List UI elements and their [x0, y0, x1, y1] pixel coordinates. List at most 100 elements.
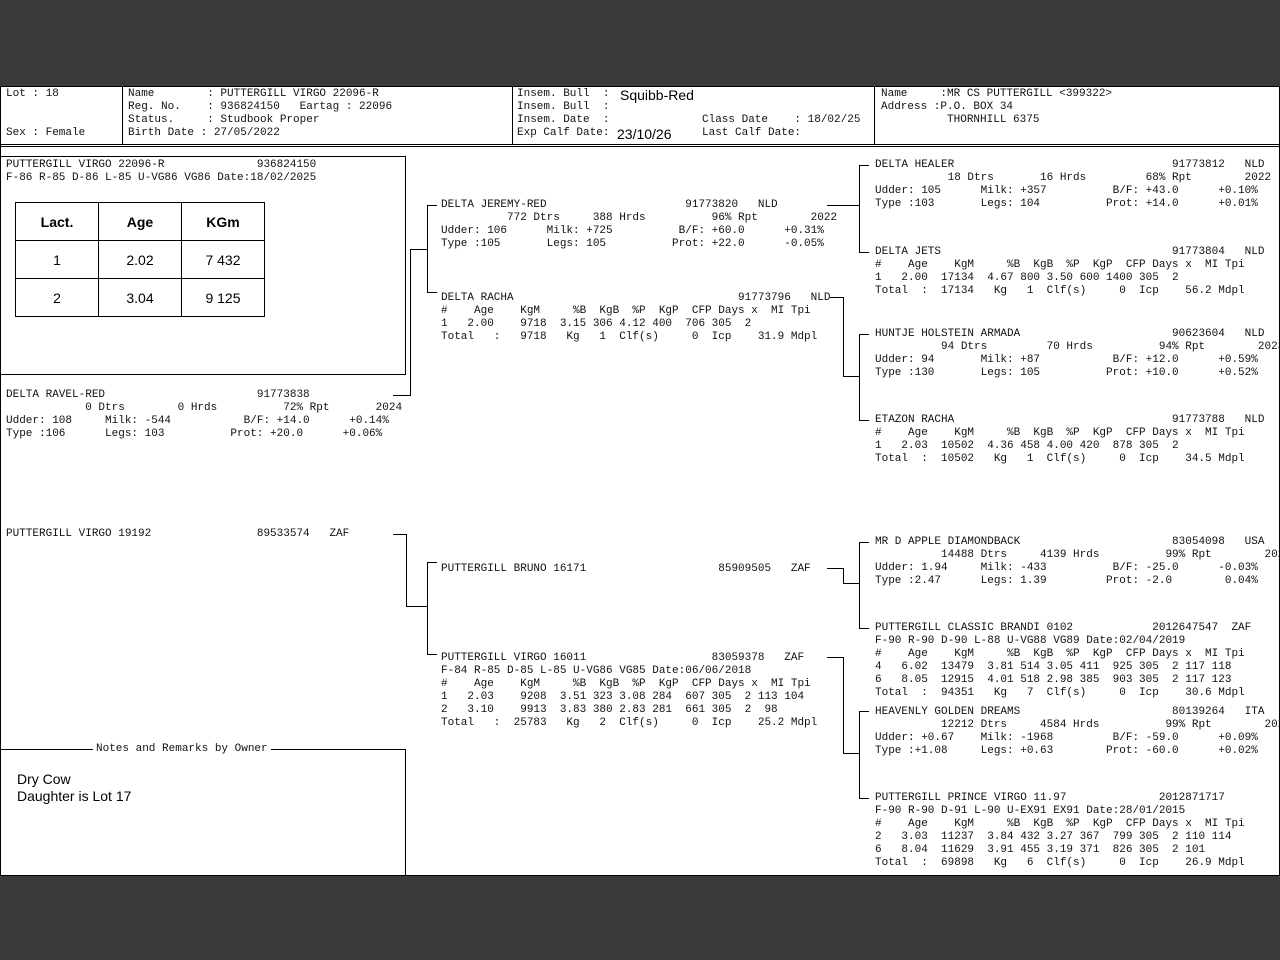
connector: [406, 534, 407, 607]
dss-stats-3: Type :2.47 Legs: 1.39 Prot: -2.0 0.04%: [875, 575, 1258, 587]
connector: [843, 376, 860, 377]
sdd-lact-1: 1 2.03 10502 4.36 458 4.00 420 878 305 2: [875, 440, 1179, 452]
connector: [410, 249, 411, 396]
sire-stats-3: Type :106 Legs: 103 Prot: +20.0 +0.06%: [6, 428, 383, 440]
dds-stats-1: 12212 Dtrs 4584 Hrds 99% Rpt 2025: [875, 719, 1280, 731]
connector: [393, 395, 411, 396]
kgm-cell: 7 432: [181, 240, 265, 279]
ddd-total: Total : 69898 Kg 6 Clf(s) 0 Icp 26.9 Mdp…: [875, 857, 1245, 869]
lactation-header-row: Lact. Age KGm: [15, 202, 265, 241]
sire-sire-stats-1: 772 Dtrs 388 Hrds 96% Rpt 2022: [441, 212, 838, 224]
connector: [859, 334, 860, 421]
age-cell: 2.02: [98, 240, 182, 279]
dds-stats-2: Udder: +0.67 Milk: -1968 B/F: -59.0 +0.0…: [875, 732, 1258, 744]
pedigree-sheet: Lot : 18 Sex : Female Name : PUTTERGILL …: [0, 86, 1280, 876]
age-cell: 3.04: [98, 278, 182, 317]
connector: [427, 292, 437, 293]
animal-classification: F-86 R-85 D-86 L-85 U-VG86 VG86 Date:18/…: [6, 172, 317, 184]
birth-date-line: Birth Date : 27/05/2022: [128, 127, 280, 139]
connector: [843, 568, 844, 584]
dds-name: HEAVENLY GOLDEN DREAMS 80139264 ITA: [875, 706, 1265, 718]
sire-name: DELTA RAVEL-RED 91773838: [6, 389, 310, 401]
notes-line-2: Daughter is Lot 17: [17, 788, 132, 804]
dam-dam-lact-2: 2 3.10 9913 3.83 380 2.83 281 661 305 2 …: [441, 704, 778, 716]
dsd-lact-header: # Age KgM %B KgB %P KgP CFP Days x MI Tp…: [875, 648, 1245, 660]
owner-address: Address :P.O. BOX 34: [881, 101, 1014, 113]
sdd-total: Total : 10502 Kg 1 Clf(s) 0 Icp 34.5 Mdp…: [875, 453, 1245, 465]
ssd-name: DELTA JETS 91773804 NLD: [875, 246, 1265, 258]
owner-name: Name :MR CS PUTTERGILL <399322>: [881, 88, 1113, 100]
sss-stats-2: Udder: 105 Milk: +357 B/F: +43.0 +0.10%: [875, 185, 1258, 197]
dsd-lact-2: 6 8.05 12915 4.01 518 2.98 385 903 305 2…: [875, 674, 1232, 686]
connector: [859, 542, 860, 629]
connector: [859, 798, 869, 799]
ddd-lact-header: # Age KgM %B KgB %P KgP CFP Days x MI Tp…: [875, 818, 1245, 830]
sire-sire-stats-2: Udder: 106 Milk: +725 B/F: +60.0 +0.31%: [441, 225, 824, 237]
notes-title: Notes and Remarks by Owner: [93, 743, 271, 756]
sire-stats-2: Udder: 108 Milk: -544 B/F: +14.0 +0.14%: [6, 415, 389, 427]
insem-bull-value: Squibb-Red: [620, 87, 694, 103]
header-sep-1: [122, 87, 123, 145]
dss-name: MR D APPLE DIAMONDBACK 83054098 USA: [875, 536, 1265, 548]
header-sep-2: [512, 87, 513, 145]
ddd-classification: F-90 R-90 D-91 L-90 U-EX91 EX91 Date:28/…: [875, 805, 1186, 817]
connector: [859, 542, 869, 543]
lactation-header: Lact.: [15, 202, 99, 241]
header-sep-3: [874, 87, 875, 145]
sss-stats-3: Type :103 Legs: 104 Prot: +14.0 +0.01%: [875, 198, 1258, 210]
connector: [859, 165, 869, 166]
name-line: Name : PUTTERGILL VIRGO 22096-R: [128, 88, 379, 100]
sds-stats-1: 94 Dtrs 70 Hrds 94% Rpt 2023: [875, 341, 1280, 353]
sire-dam-lact-header: # Age KgM %B KgB %P KgP CFP Days x MI Tp…: [441, 305, 811, 317]
sss-name: DELTA HEALER 91773812 NLD: [875, 159, 1265, 171]
table-row: 2 3.04 9 125: [15, 278, 265, 317]
sex-label: Sex : Female: [6, 127, 86, 139]
connector: [406, 606, 428, 607]
connector: [859, 711, 869, 712]
connector: [827, 657, 844, 658]
insem-bull-label: Insem. Bull :: [517, 88, 610, 100]
connector: [859, 628, 869, 629]
ssd-lact-header: # Age KgM %B KgB %P KgP CFP Days x MI Tp…: [875, 259, 1245, 271]
class-date: Class Date : 18/02/25: [702, 114, 861, 126]
exp-calf-value: 23/10/26: [617, 126, 672, 142]
dam-dam-lact-header: # Age KgM %B KgB %P KgP CFP Days x MI Tp…: [441, 678, 811, 690]
sire-dam-name: DELTA RACHA 91773796 NLD: [441, 292, 831, 304]
sds-stats-2: Udder: 94 Milk: +87 B/F: +12.0 +0.59%: [875, 354, 1258, 366]
connector: [843, 583, 860, 584]
connector: [843, 297, 844, 377]
connector: [859, 252, 869, 253]
connector: [393, 534, 407, 535]
header-divider-2: [1, 146, 1279, 147]
dam-name: PUTTERGILL VIRGO 19192 89533574 ZAF: [6, 528, 350, 540]
sds-stats-3: Type :130 Legs: 105 Prot: +10.0 +0.52%: [875, 367, 1258, 379]
dss-stats-2: Udder: 1.94 Milk: -433 B/F: -25.0 -0.03%: [875, 562, 1258, 574]
exp-calf-label: Exp Calf Date:: [517, 127, 610, 139]
dsd-total: Total : 94351 Kg 7 Clf(s) 0 Icp 30.6 Mdp…: [875, 687, 1245, 699]
ssd-total: Total : 17134 Kg 1 Clf(s) 0 Icp 56.2 Mdp…: [875, 285, 1245, 297]
status-line: Status. : Studbook Proper: [128, 114, 320, 126]
kgm-cell: 9 125: [181, 278, 265, 317]
dsd-classification: F-90 R-90 D-90 L-88 U-VG88 VG89 Date:02/…: [875, 635, 1186, 647]
dam-dam-name: PUTTERGILL VIRGO 16011 83059378 ZAF: [441, 652, 805, 664]
connector: [859, 334, 869, 335]
connector: [843, 753, 860, 754]
notes-line-1: Dry Cow: [17, 771, 71, 787]
lactation-table: Lact. Age KGm 1 2.02 7 432 2 3.04 9 125: [15, 202, 265, 317]
table-row: 1 2.02 7 432: [15, 240, 265, 279]
sire-sire-stats-3: Type :105 Legs: 105 Prot: +22.0 -0.05%: [441, 238, 824, 250]
dam-dam-lact-1: 1 2.03 9208 3.51 323 3.08 284 607 305 2 …: [441, 691, 805, 703]
lactation-cell: 1: [15, 240, 99, 279]
header-divider: [1, 144, 1279, 145]
sire-sire-name: DELTA JEREMY-RED 91773820 NLD: [441, 199, 778, 211]
last-calf-date: Last Calf Date:: [702, 127, 802, 139]
ddd-lact-2: 6 8.04 11629 3.91 455 3.19 371 826 305 2…: [875, 844, 1206, 856]
ddd-name: PUTTERGILL PRINCE VIRGO 11.97 2012871717: [875, 792, 1225, 804]
connector: [859, 165, 860, 253]
insem-date-label: Insem. Date :: [517, 114, 610, 126]
connector: [827, 568, 844, 569]
connector: [427, 205, 428, 293]
connector: [427, 205, 437, 206]
connector: [843, 657, 844, 754]
dds-stats-3: Type :+1.08 Legs: +0.63 Prot: -60.0 +0.0…: [875, 745, 1258, 757]
